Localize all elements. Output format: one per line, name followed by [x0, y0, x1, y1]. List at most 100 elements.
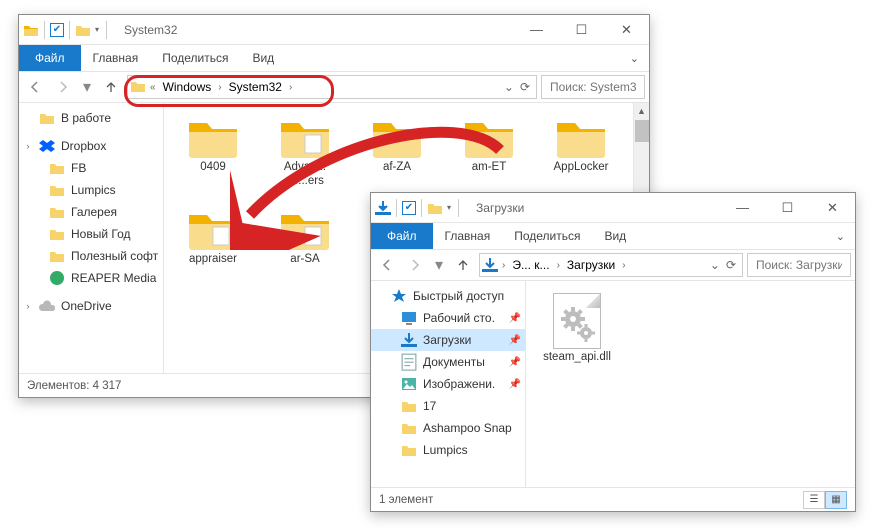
item-count: 1 элемент	[379, 494, 433, 506]
view-icons-button[interactable]: ▦	[825, 491, 847, 509]
addr-folder-icon	[130, 79, 146, 96]
nav-recent-icon[interactable]: ▾	[79, 75, 95, 99]
folder-icon	[49, 248, 65, 264]
folder-icon	[49, 160, 65, 176]
file-pane[interactable]: steam_api.dll	[526, 281, 855, 487]
sidebar-item[interactable]: Ashampoo Snap	[371, 417, 525, 439]
folder-item[interactable]: Advan... ns...ers	[262, 113, 348, 191]
sidebar-item[interactable]: Новый Год	[19, 223, 163, 245]
qat-check-icon[interactable]	[402, 201, 416, 215]
folder-item[interactable]: af-ZA	[354, 113, 440, 191]
qat-folder-icon[interactable]	[75, 23, 91, 37]
folder-item[interactable]: appraiser	[170, 205, 256, 269]
chevron-right-icon[interactable]: ›	[555, 260, 562, 271]
sidebar-item[interactable]: В работе	[19, 107, 163, 129]
view-details-button[interactable]: ☰	[803, 491, 825, 509]
ribbon-expand-icon[interactable]: ⌄	[826, 230, 855, 243]
sidebar-item[interactable]: Полезный софт	[19, 245, 163, 267]
search-input[interactable]	[754, 257, 844, 273]
search-input[interactable]	[548, 79, 638, 95]
nav-forward-button[interactable]	[51, 75, 75, 99]
nav-toolbar: ▾ › Э... к... › Загрузки › ⌄ ⟳	[371, 249, 855, 281]
minimize-button[interactable]: —	[720, 193, 765, 223]
nav-back-button[interactable]	[23, 75, 47, 99]
address-bar[interactable]: › Э... к... › Загрузки › ⌄ ⟳	[479, 253, 743, 277]
folder-item[interactable]: AppLocker	[538, 113, 624, 191]
ribbon-expand-icon[interactable]: ⌄	[620, 52, 649, 65]
sidebar-item[interactable]: Документы📌	[371, 351, 525, 373]
search-box[interactable]	[541, 75, 645, 99]
addr-dropdown-icon[interactable]: ⌄	[504, 80, 514, 94]
tab-file[interactable]: Файл	[19, 45, 81, 71]
sidebar-item[interactable]: Галерея	[19, 201, 163, 223]
breadcrumb-segment[interactable]: Загрузки	[564, 258, 618, 272]
nav-up-button[interactable]	[99, 75, 123, 99]
folder-icon	[39, 110, 55, 126]
nav-sidebar: В работе ›Dropbox FB Lumpics Галерея Нов…	[19, 103, 164, 373]
folder-item[interactable]: am-ET	[446, 113, 532, 191]
addr-dropdown-icon[interactable]: ⌄	[710, 258, 720, 272]
file-label: steam_api.dll	[543, 351, 611, 365]
sidebar-item[interactable]: REAPER Media	[19, 267, 163, 289]
tab-home[interactable]: Главная	[81, 45, 151, 71]
chevron-right-icon[interactable]: ›	[216, 82, 223, 93]
window-title: System32	[124, 23, 514, 37]
pin-icon: 📌	[509, 379, 521, 390]
desktop-icon	[401, 310, 417, 326]
maximize-button[interactable]: ☐	[559, 15, 604, 45]
chevron-right-icon[interactable]: ›	[620, 260, 627, 271]
sidebar-item-downloads[interactable]: Загрузки📌	[371, 329, 525, 351]
downloads-icon	[482, 257, 498, 273]
nav-up-button[interactable]	[451, 253, 475, 277]
qat-dropdown-icon[interactable]: ▾	[93, 25, 101, 34]
address-bar[interactable]: « Windows › System32 › ⌄ ⟳	[127, 75, 537, 99]
tab-file[interactable]: Файл	[371, 223, 433, 249]
maximize-button[interactable]: ☐	[765, 193, 810, 223]
sidebar-item-dropbox[interactable]: ›Dropbox	[19, 135, 163, 157]
breadcrumb-segment[interactable]: System32	[226, 80, 285, 94]
sidebar-item[interactable]: Рабочий сто.📌	[371, 307, 525, 329]
onedrive-icon	[39, 298, 55, 314]
folder-item[interactable]: ar-SA	[262, 205, 348, 269]
tab-home[interactable]: Главная	[433, 223, 503, 249]
refresh-icon[interactable]: ⟳	[726, 258, 736, 272]
qat-folder-icon[interactable]	[427, 201, 443, 215]
sidebar-item-onedrive[interactable]: ›OneDrive	[19, 295, 163, 317]
refresh-icon[interactable]: ⟳	[520, 80, 530, 94]
chevron-right-icon[interactable]: ›	[287, 82, 294, 93]
titlebar: ▾ System32 — ☐ ✕	[19, 15, 649, 45]
nav-recent-icon[interactable]: ▾	[431, 253, 447, 277]
tab-view[interactable]: Вид	[592, 223, 638, 249]
folder-icon	[371, 115, 423, 159]
nav-forward-button[interactable]	[403, 253, 427, 277]
chevron-right-icon[interactable]: ›	[500, 260, 507, 271]
sidebar-item[interactable]: Lumpics	[371, 439, 525, 461]
folder-icon	[401, 398, 417, 414]
tab-share[interactable]: Поделиться	[150, 45, 240, 71]
qat-dropdown-icon[interactable]: ▾	[445, 203, 453, 212]
sidebar-item[interactable]: Lumpics	[19, 179, 163, 201]
documents-icon	[401, 354, 417, 370]
nav-back-button[interactable]	[375, 253, 399, 277]
addr-overflow-icon[interactable]: «	[148, 82, 158, 93]
pin-icon: 📌	[509, 313, 521, 324]
close-button[interactable]: ✕	[810, 193, 855, 223]
folder-item[interactable]: 0409	[170, 113, 256, 191]
item-count: Элементов: 4 317	[27, 380, 121, 392]
scroll-thumb[interactable]	[635, 120, 649, 142]
minimize-button[interactable]: —	[514, 15, 559, 45]
tab-view[interactable]: Вид	[240, 45, 286, 71]
search-box[interactable]	[747, 253, 851, 277]
scroll-up-icon[interactable]: ▲	[634, 103, 649, 119]
sidebar-item[interactable]: 17	[371, 395, 525, 417]
sidebar-item[interactable]: Изображени.📌	[371, 373, 525, 395]
file-item-dll[interactable]: steam_api.dll	[532, 291, 622, 367]
tab-share[interactable]: Поделиться	[502, 223, 592, 249]
breadcrumb-segment[interactable]: Э... к...	[509, 258, 552, 272]
sidebar-item[interactable]: FB	[19, 157, 163, 179]
sidebar-item-quickaccess[interactable]: Быстрый доступ	[371, 285, 525, 307]
breadcrumb-segment[interactable]: Windows	[160, 80, 215, 94]
qat-check-icon[interactable]	[50, 23, 64, 37]
folder-icon	[187, 207, 239, 251]
close-button[interactable]: ✕	[604, 15, 649, 45]
